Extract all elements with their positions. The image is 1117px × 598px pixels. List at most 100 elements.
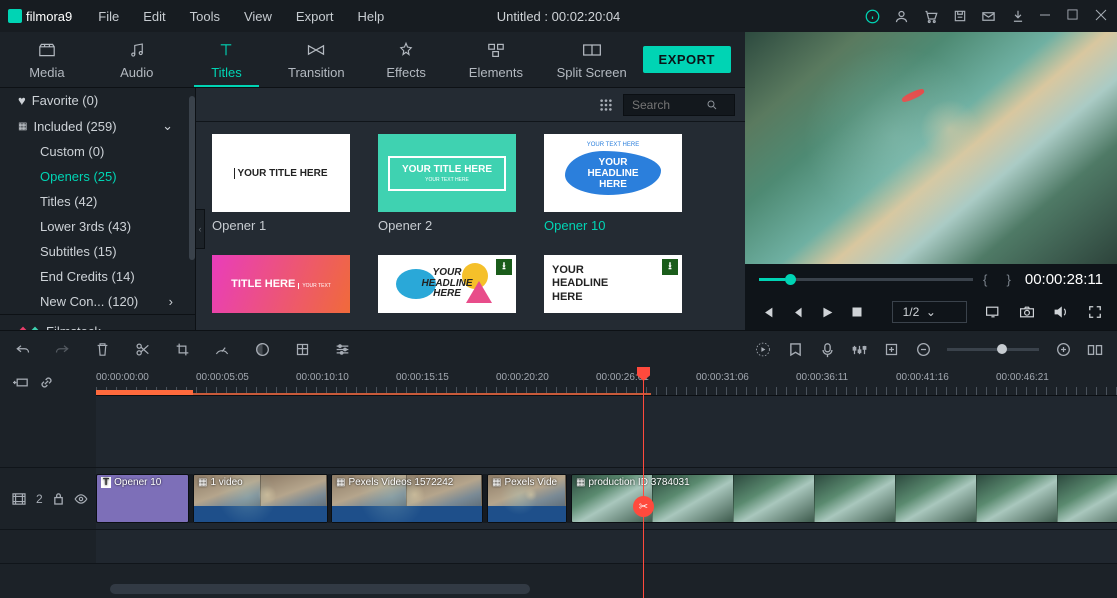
tab-transition[interactable]: Transition — [271, 32, 361, 87]
tab-titles[interactable]: Titles — [182, 32, 272, 87]
marker-icon[interactable] — [787, 342, 803, 358]
voiceover-icon[interactable] — [819, 342, 835, 358]
green-screen-icon[interactable] — [294, 342, 310, 358]
preview-timecode: 00:00:28:11 — [1025, 271, 1103, 288]
mail-icon[interactable] — [981, 9, 996, 24]
filmstrip-icon — [12, 493, 26, 505]
clip-pexels1[interactable]: ▦ Pexels Videos 1572242 — [331, 474, 483, 523]
playback-speed-select[interactable]: 1/2 ⌄ — [892, 301, 967, 323]
delete-icon[interactable] — [94, 342, 110, 358]
fullscreen-icon[interactable] — [1087, 304, 1103, 320]
keyframe-add-icon[interactable] — [883, 342, 899, 358]
zoom-out-icon[interactable] — [915, 342, 931, 358]
sidebar-favorite[interactable]: ♥ Favorite (0) — [0, 88, 195, 113]
sidebar-titles[interactable]: Titles (42) — [0, 189, 195, 214]
play-prev-button[interactable] — [789, 304, 805, 320]
close-button[interactable] — [1095, 9, 1109, 23]
card-shapes[interactable]: ⭳ YOURHEADLINEHERE — [378, 255, 516, 313]
adjust-icon[interactable] — [334, 342, 350, 358]
track-audio[interactable] — [96, 530, 1117, 563]
card-pink[interactable]: TITLE HEREYOUR TEXT — [212, 255, 350, 313]
titlebar: filmora9 File Edit Tools View Export Hel… — [0, 0, 1117, 32]
sidebar-newcon[interactable]: New Con... (120)› — [0, 289, 195, 314]
seek-bar[interactable] — [759, 278, 973, 281]
card-opener10[interactable]: YOUR TEXT HEREYOURHEADLINEHERE Opener 10 — [544, 134, 682, 233]
snapshot-icon[interactable] — [1019, 304, 1035, 320]
zoom-in-icon[interactable] — [1055, 342, 1071, 358]
render-preview-icon[interactable] — [755, 342, 771, 358]
redo-icon[interactable] — [54, 342, 70, 358]
track-video[interactable]: TOpener 10 ▦ 1 video ▦ Pexels Videos 157… — [96, 468, 1117, 529]
download-badge-icon: ⭳ — [496, 259, 512, 275]
split-at-playhead-icon[interactable]: ✂ — [633, 496, 654, 517]
title-grid: YOUR TITLE HERE Opener 1 YOUR TITLE HERE… — [196, 122, 745, 325]
zoom-fit-icon[interactable] — [1087, 342, 1103, 358]
clip-production[interactable]: ▦ production ID 3784031 — [571, 474, 1117, 523]
crop-icon[interactable] — [174, 342, 190, 358]
menu-view[interactable]: View — [232, 5, 284, 28]
speed-icon[interactable] — [214, 342, 230, 358]
stop-button[interactable] — [849, 304, 865, 320]
mark-in-out-icon[interactable]: { } — [983, 272, 1015, 287]
menu-file[interactable]: File — [86, 5, 131, 28]
sidebar-custom[interactable]: Custom (0) — [0, 139, 195, 164]
sidebar-included[interactable]: ▦ Included (259)⌄ — [0, 113, 195, 139]
card-plain[interactable]: ⭳YOURHEADLINEHERE — [544, 255, 682, 313]
download-icon[interactable] — [1010, 9, 1025, 24]
export-button[interactable]: EXPORT — [643, 46, 731, 73]
card-opener2[interactable]: YOUR TITLE HEREYOUR TEXT HERE Opener 2 — [378, 134, 516, 233]
lock-icon[interactable] — [53, 492, 64, 505]
volume-icon[interactable] — [1053, 304, 1069, 320]
menu-tools[interactable]: Tools — [178, 5, 232, 28]
preview-viewport[interactable] — [745, 32, 1117, 264]
audio-mixer-icon[interactable] — [851, 342, 867, 358]
menu-export[interactable]: Export — [284, 5, 346, 28]
clip-1video[interactable]: ▦ 1 video — [193, 474, 328, 523]
timeline-scrollbar[interactable] — [96, 584, 1117, 594]
split-icon[interactable] — [134, 342, 150, 358]
document-title: Untitled : 00:02:20:04 — [497, 9, 621, 24]
search-input[interactable] — [623, 94, 735, 116]
color-icon[interactable] — [254, 342, 270, 358]
minimize-button[interactable] — [1039, 9, 1053, 23]
tab-media[interactable]: Media — [2, 32, 92, 87]
info-icon[interactable] — [865, 9, 880, 24]
sidebar-endcredits[interactable]: End Credits (14) — [0, 264, 195, 289]
tab-effects[interactable]: Effects — [361, 32, 451, 87]
track-overlay[interactable] — [96, 396, 1117, 467]
clip-opener10[interactable]: TOpener 10 — [96, 474, 189, 523]
maximize-button[interactable] — [1067, 9, 1081, 23]
tab-audio[interactable]: Audio — [92, 32, 182, 87]
link-icon[interactable] — [38, 374, 54, 390]
sidebar-subtitles[interactable]: Subtitles (15) — [0, 239, 195, 264]
menu-edit[interactable]: Edit — [131, 5, 177, 28]
card-opener1[interactable]: YOUR TITLE HERE Opener 1 — [212, 134, 350, 233]
display-settings-icon[interactable] — [985, 304, 1001, 320]
undo-icon[interactable] — [14, 342, 30, 358]
clip-pexels2[interactable]: ▦ Pexels Vide — [487, 474, 567, 523]
prev-frame-button[interactable] — [759, 304, 775, 320]
time-ruler[interactable]: 00:00:00:0000:00:05:0500:00:10:1000:00:1… — [96, 368, 1117, 396]
main-menu: File Edit Tools View Export Help — [86, 5, 396, 28]
track-header-video[interactable]: 2 — [0, 468, 96, 529]
eye-icon[interactable] — [74, 494, 88, 504]
menu-help[interactable]: Help — [346, 5, 397, 28]
zoom-slider[interactable] — [947, 348, 1039, 351]
playhead[interactable]: ✂ — [643, 368, 644, 598]
sidebar-lower3rds[interactable]: Lower 3rds (43) — [0, 214, 195, 239]
search-icon — [706, 99, 718, 111]
app-logo: filmora9 — [8, 9, 72, 24]
sidebar-openers[interactable]: Openers (25) — [0, 164, 195, 189]
account-icon[interactable] — [894, 9, 909, 24]
cart-icon[interactable] — [923, 9, 938, 24]
save-icon[interactable] — [952, 9, 967, 24]
tab-split-screen[interactable]: Split Screen — [541, 32, 643, 87]
preview-panel: { } 00:00:28:11 1/2 ⌄ — [745, 32, 1117, 330]
module-tabs: Media Audio Titles Transition Effects El… — [0, 32, 745, 88]
tab-elements[interactable]: Elements — [451, 32, 541, 87]
grid-view-icon[interactable] — [598, 97, 613, 112]
sidebar-filmstock[interactable]: ◆◆ Filmstock — [0, 314, 195, 330]
add-track-icon[interactable] — [12, 374, 28, 390]
play-button[interactable] — [819, 304, 835, 320]
download-badge-icon: ⭳ — [662, 259, 678, 275]
